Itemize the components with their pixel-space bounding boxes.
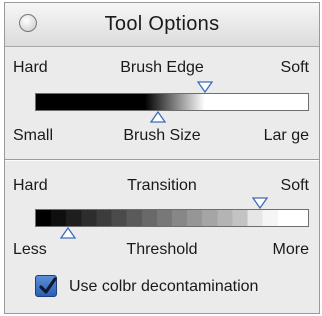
brush-edge-gradient-track[interactable] [35,93,309,111]
transition-labels: Hard Transition Soft [5,177,319,199]
transition-title: Transition [127,177,197,194]
section-divider [5,159,319,161]
tool-options-panel: Tool Options Hard Brush Edge Soft Small … [4,2,320,314]
transition-max-label: Soft [280,177,309,194]
brush-edge-labels: Hard Brush Edge Soft [5,59,319,81]
transition-threshold-gradient-track[interactable] [35,209,309,227]
checkmark-icon [39,277,57,294]
decontamination-label: Use colbr decontamination [69,278,259,295]
brush-size-labels: Small Brush Size Lar ge [5,127,319,149]
title-bar[interactable]: Tool Options [5,3,319,47]
threshold-labels: Less Threshold More [5,241,319,263]
window-title: Tool Options [104,13,220,35]
threshold-max-label: More [272,241,309,258]
decontamination-checkbox[interactable] [35,275,57,297]
brush-edge-max-label: Soft [280,59,309,76]
brush-edge-title: Brush Edge [120,59,204,76]
brush-size-max-label: Lar ge [263,127,309,144]
